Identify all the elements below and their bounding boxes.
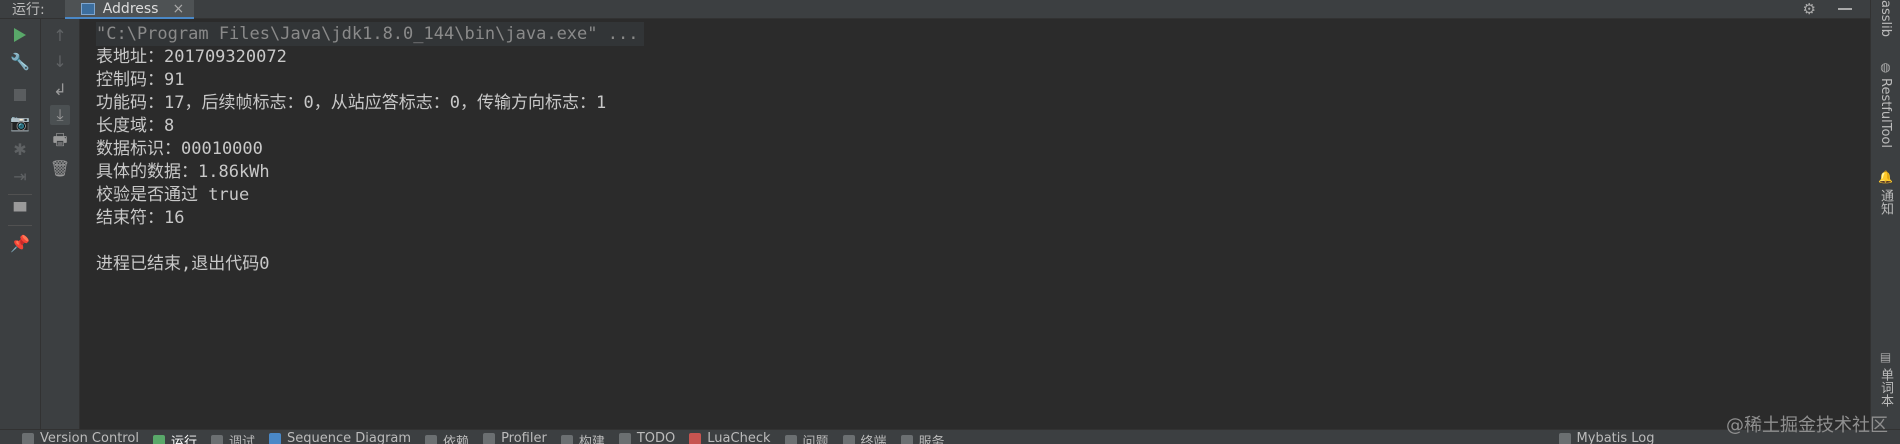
branch-icon xyxy=(22,432,34,444)
bottom-tab-run[interactable]: 运行 xyxy=(152,431,211,444)
right-tool-label: RestfulTool xyxy=(1878,78,1893,148)
bottom-tab-label: LuaCheck xyxy=(707,431,771,444)
java-class-icon xyxy=(80,3,95,15)
services-icon xyxy=(900,434,913,444)
run-actions-toolbar: 🔧 📷 ✱ ⇥ ▀ 📌 xyxy=(0,19,41,429)
bottom-tab-version-control[interactable]: Version Control xyxy=(0,431,153,444)
console-line: 长度域：8 xyxy=(96,116,175,136)
bottom-tab-profiler[interactable]: Profiler xyxy=(483,431,561,444)
soft-wrap-icon[interactable]: ↲ xyxy=(50,79,70,99)
console-line: "C:\Program Files\Java\jdk1.8.0_144\bin\… xyxy=(96,22,645,46)
globe-icon: ◍ xyxy=(1878,60,1893,74)
bottom-tab-label: 依赖 xyxy=(443,435,470,444)
diagram-icon xyxy=(268,432,281,444)
problems-icon xyxy=(784,434,797,444)
tab-title: Address xyxy=(102,1,159,17)
bottom-tab-services[interactable]: 服务 xyxy=(900,431,959,444)
bottom-tab-problems[interactable]: 问题 xyxy=(784,431,843,444)
print-icon[interactable]: 🖶 xyxy=(50,130,70,152)
console-line: 结束符：16 xyxy=(96,208,185,228)
scroll-to-end-icon[interactable]: ⤓ xyxy=(50,105,70,125)
arrow-up-icon[interactable]: ↑ xyxy=(50,25,70,45)
right-tool-vocabulary[interactable]: ▤ 单词本 xyxy=(1871,350,1900,420)
gear-icon[interactable]: ⚙ xyxy=(1803,0,1816,18)
bottom-tab-label: 服务 xyxy=(918,435,945,444)
hammer-icon xyxy=(560,434,573,444)
console-actions-toolbar: ↑ ↓ ↲ ⤓ 🖶 🗑 xyxy=(41,19,80,429)
right-tool-restfultool[interactable]: ◍ RestfulTool xyxy=(1871,60,1900,160)
right-tool-label: 单词本 xyxy=(1878,368,1893,407)
bottom-tab-label: Mybatis Log xyxy=(1576,431,1655,444)
right-tool-asslib[interactable]: asslib xyxy=(1871,0,1900,40)
close-icon[interactable]: × xyxy=(172,1,184,17)
mybatis-icon xyxy=(1558,432,1571,444)
rerun-icon[interactable] xyxy=(10,25,30,45)
debug-settings-icon[interactable]: ✱ xyxy=(10,139,30,159)
bottom-tab-todo[interactable]: TODO xyxy=(618,431,689,444)
run-icon xyxy=(152,434,165,444)
console-line: 校验是否通过 true xyxy=(96,185,250,205)
bottom-tab-sequence-diagram[interactable]: Sequence Diagram xyxy=(268,431,425,444)
console-line: 功能码：17，后续帧标志：0，从站应答标志：0，传输方向标志：1 xyxy=(96,93,607,113)
luacheck-icon xyxy=(689,432,702,444)
tab-address[interactable]: Address × xyxy=(64,0,195,19)
bottom-tab-label: 问题 xyxy=(802,435,829,444)
bottom-tab-label: 运行 xyxy=(170,435,197,444)
hide-icon[interactable] xyxy=(1838,8,1852,10)
wrench-icon[interactable]: 🔧 xyxy=(10,51,30,71)
pin-icon[interactable]: 📌 xyxy=(10,233,30,253)
right-tool-label: asslib xyxy=(1878,0,1893,37)
bottom-tab-label: 调试 xyxy=(228,435,255,444)
bug-icon xyxy=(210,434,223,444)
camera-icon[interactable]: 📷 xyxy=(10,112,30,132)
run-tool-window: 运行: Address × ⚙ 🔧 📷 ✱ ⇥ ▀ 📌 ↑ ↓ ↲ ⤓ 🖶 🗑 … xyxy=(0,0,1900,444)
console-line: 具体的数据：1.86kWh xyxy=(96,162,270,182)
bottom-tool-bar: Version Control 运行 调试 Sequence Diagram 依… xyxy=(0,429,1900,444)
watermark: @稀土掘金技术社区 xyxy=(1726,415,1888,436)
book-icon: ▤ xyxy=(1878,350,1893,364)
run-label: 运行: xyxy=(12,2,45,18)
console-line: 进程已结束,退出代码0 xyxy=(96,254,270,274)
bell-icon: 🔔 xyxy=(1878,170,1893,185)
bottom-tab-build[interactable]: 构建 xyxy=(560,431,619,444)
console-line: 表地址：201709320072 xyxy=(96,47,287,67)
terminal-icon xyxy=(842,434,855,444)
bottom-tab-dependencies[interactable]: 依赖 xyxy=(425,431,483,444)
bottom-tab-terminal[interactable]: 终端 xyxy=(842,431,901,444)
console-output[interactable]: "C:\Program Files\Java\jdk1.8.0_144\bin\… xyxy=(80,19,1870,429)
bottom-tab-label: Profiler xyxy=(501,431,547,444)
list-icon xyxy=(618,432,631,444)
bottom-tab-label: 构建 xyxy=(578,435,605,444)
stop-icon[interactable] xyxy=(10,85,30,105)
bottom-tab-debug[interactable]: 调试 xyxy=(210,431,269,444)
layout-icon[interactable]: ▀ xyxy=(10,201,30,221)
toolbar-separator xyxy=(8,225,32,226)
bottom-tab-label: Sequence Diagram xyxy=(286,431,412,444)
right-tool-strip: asslib ◍ RestfulTool 🔔 通知 ▤ 单词本 xyxy=(1870,0,1900,429)
run-tab-bar: 运行: Address × ⚙ xyxy=(0,0,1870,19)
console-line: 数据标识：00010000 xyxy=(96,139,263,159)
package-icon xyxy=(425,434,438,444)
exit-icon[interactable]: ⇥ xyxy=(10,166,30,186)
bottom-tab-mybatis-log[interactable]: Mybatis Log xyxy=(1558,431,1669,444)
right-tool-label: 通知 xyxy=(1878,188,1893,215)
arrow-down-icon[interactable]: ↓ xyxy=(50,51,70,71)
right-tool-notifications[interactable]: 🔔 通知 xyxy=(1871,170,1900,230)
trash-icon[interactable]: 🗑 xyxy=(50,158,70,178)
console-line: 控制码：91 xyxy=(96,70,185,90)
bottom-tab-label: 终端 xyxy=(860,435,887,444)
bottom-tab-label: Version Control xyxy=(40,431,139,444)
toolbar-separator xyxy=(8,194,32,195)
bottom-tab-label: TODO xyxy=(636,431,676,444)
bottom-tab-luacheck[interactable]: LuaCheck xyxy=(689,431,784,444)
profiler-icon xyxy=(483,432,496,444)
